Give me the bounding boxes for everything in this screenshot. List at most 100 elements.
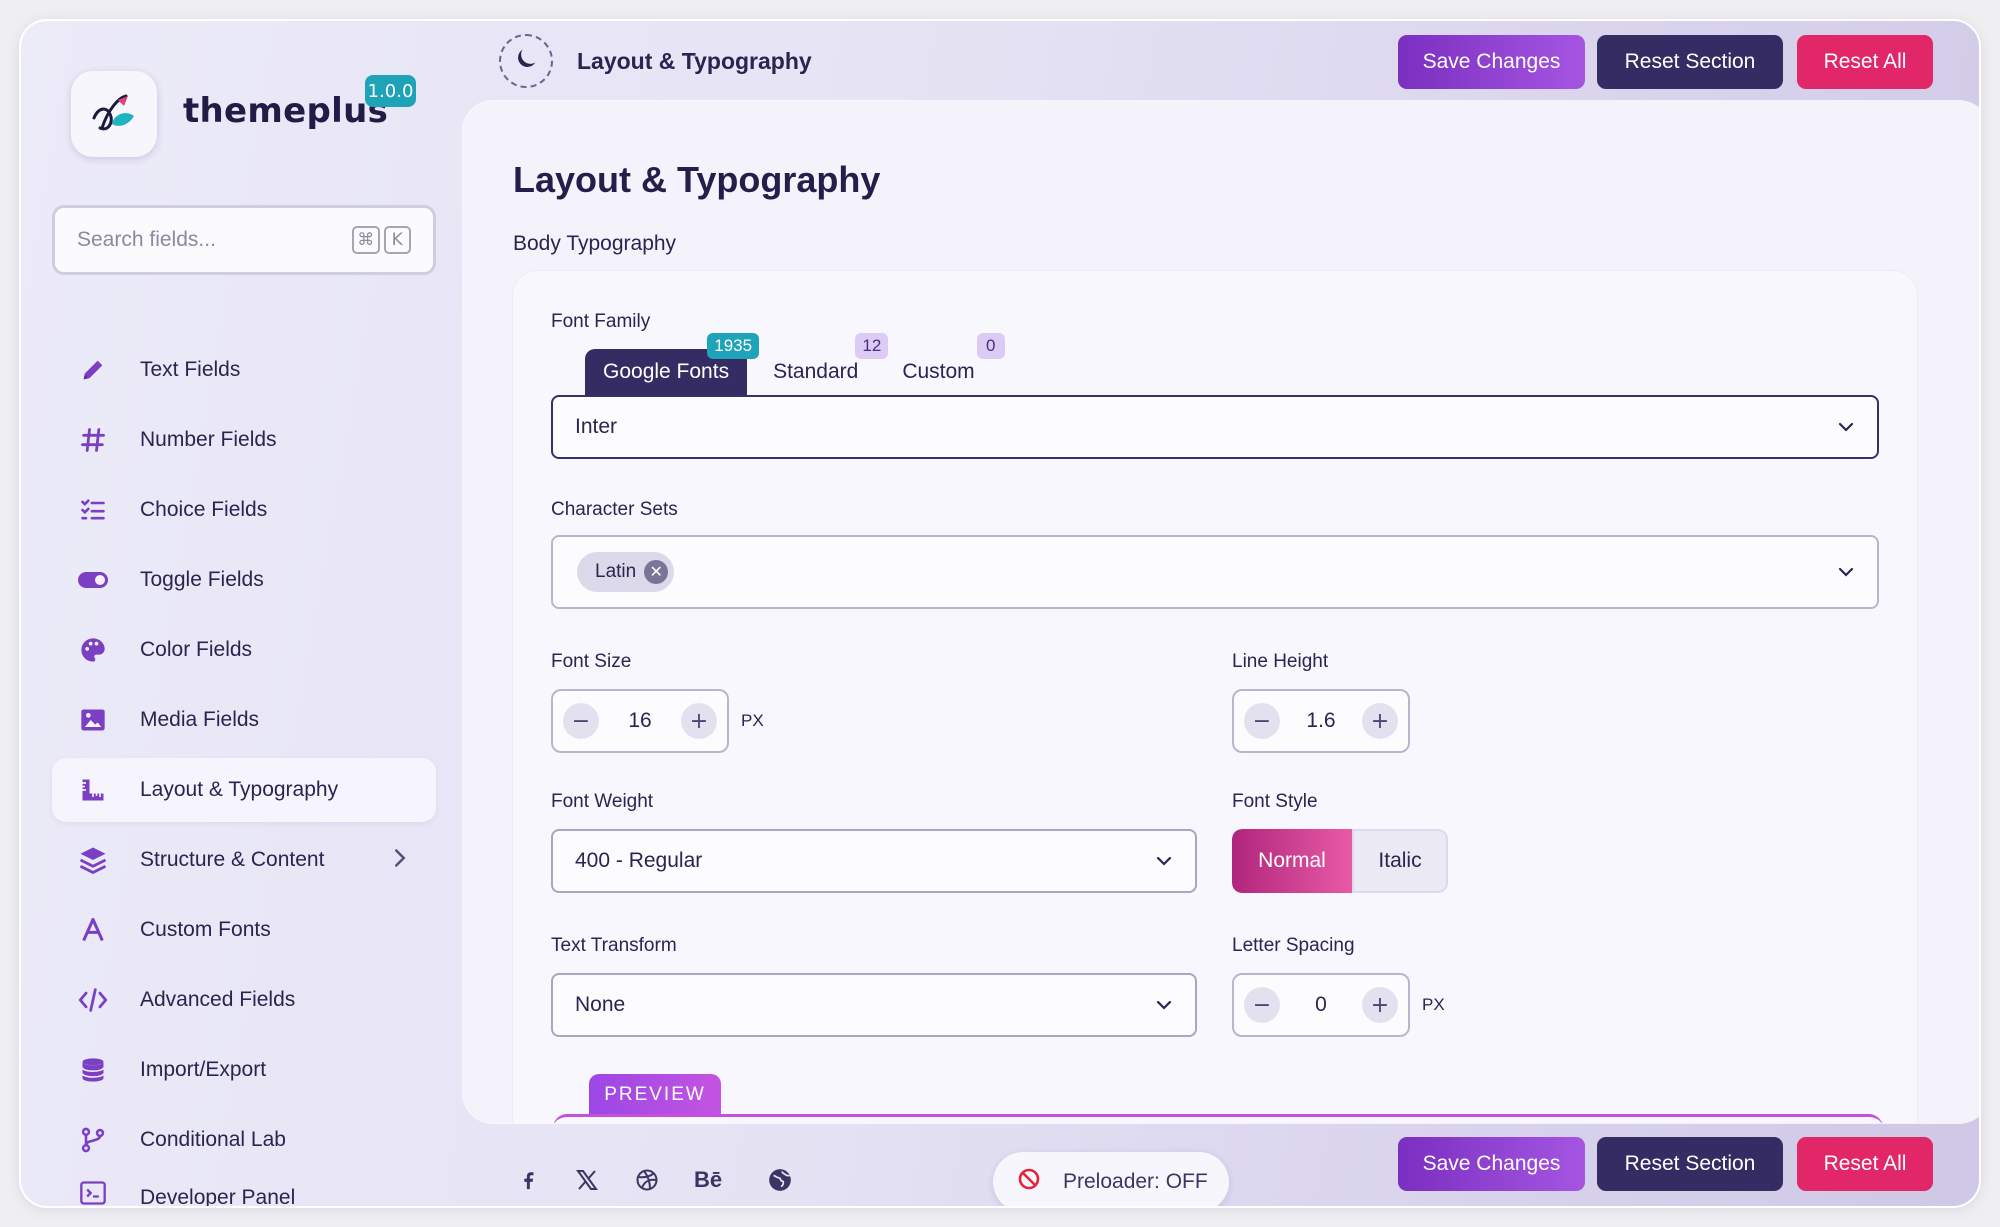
font-weight-select[interactable]: 400 - Regular bbox=[551, 829, 1197, 893]
database-icon bbox=[76, 1053, 110, 1087]
line-height-stepper: − 1.6 + bbox=[1232, 689, 1410, 753]
font-family-label: Font Family bbox=[551, 311, 651, 332]
sidebar-item-structure-content[interactable]: Structure & Content bbox=[52, 828, 436, 892]
facebook-icon[interactable] bbox=[513, 1165, 543, 1195]
font-style-toggle: Normal Italic bbox=[1232, 829, 1448, 893]
chevron-right-icon bbox=[392, 848, 408, 873]
sidebar-item-number-fields[interactable]: Number Fields bbox=[52, 408, 436, 472]
toggle-icon bbox=[76, 563, 110, 597]
preview-tag: PREVIEW bbox=[589, 1074, 721, 1116]
line-height-label: Line Height bbox=[1232, 651, 1329, 672]
checklist-icon bbox=[76, 493, 110, 527]
terminal-icon bbox=[76, 1178, 110, 1206]
footer-reset-section-button[interactable]: Reset Section bbox=[1597, 1137, 1783, 1191]
behance-icon[interactable]: Bē bbox=[689, 1165, 727, 1195]
brand-logo bbox=[71, 71, 157, 157]
hash-icon bbox=[76, 423, 110, 457]
preloader-status: Preloader: OFF bbox=[1063, 1170, 1208, 1193]
typography-card: Font Family Google Fonts 1935 Standard 1… bbox=[513, 271, 1917, 1123]
sidebar-nav: Text Fields Number Fields Choice Fields … bbox=[52, 338, 436, 1206]
brand-name: themeplus bbox=[183, 91, 389, 131]
font-size-label: Font Size bbox=[551, 651, 632, 672]
letter-spacing-value[interactable]: 0 bbox=[1315, 993, 1327, 1017]
font-size-value[interactable]: 16 bbox=[628, 709, 651, 733]
code-icon bbox=[76, 983, 110, 1017]
logo-mark-icon bbox=[92, 94, 134, 131]
search-box[interactable]: ⌘ K bbox=[52, 205, 436, 275]
preview-box bbox=[553, 1114, 1883, 1123]
font-weight-value: 400 - Regular bbox=[575, 849, 703, 872]
increment-button[interactable]: + bbox=[680, 703, 717, 739]
dribbble-icon[interactable] bbox=[632, 1165, 662, 1195]
sidebar-item-advanced-fields[interactable]: Advanced Fields bbox=[52, 968, 436, 1032]
font-family-select[interactable]: Inter bbox=[551, 395, 1879, 459]
no-entry-icon bbox=[1017, 1167, 1041, 1197]
sidebar-item-import-export[interactable]: Import/Export bbox=[52, 1038, 436, 1102]
text-transform-value: None bbox=[575, 993, 626, 1016]
increment-button[interactable]: + bbox=[1362, 987, 1398, 1023]
font-style-label: Font Style bbox=[1232, 791, 1318, 812]
character-sets-label: Character Sets bbox=[551, 499, 678, 520]
app-window: themeplus 1.0.0 ⌘ K Text Fields Number F… bbox=[19, 19, 1981, 1208]
text-transform-label: Text Transform bbox=[551, 935, 677, 956]
section-label: Body Typography bbox=[513, 232, 677, 255]
sidebar-item-text-fields[interactable]: Text Fields bbox=[52, 338, 436, 402]
search-input[interactable] bbox=[77, 228, 348, 252]
branch-icon bbox=[76, 1123, 110, 1157]
sidebar-item-color-fields[interactable]: Color Fields bbox=[52, 618, 436, 682]
shortcut-k-key: K bbox=[383, 226, 411, 254]
chevron-down-icon bbox=[1837, 560, 1855, 584]
font-size-stepper: − 16 + bbox=[551, 689, 729, 753]
google-fonts-count: 1935 bbox=[707, 333, 760, 359]
footer-reset-all-button[interactable]: Reset All bbox=[1797, 1137, 1933, 1191]
letter-spacing-label: Letter Spacing bbox=[1232, 935, 1355, 956]
text-transform-select[interactable]: None bbox=[551, 973, 1197, 1037]
palette-icon bbox=[76, 633, 110, 667]
sidebar-item-media-fields[interactable]: Media Fields bbox=[52, 688, 436, 752]
chip-latin: Latin ✕ bbox=[577, 552, 675, 592]
sidebar-item-choice-fields[interactable]: Choice Fields bbox=[52, 478, 436, 542]
sidebar-item-custom-fonts[interactable]: Custom Fonts bbox=[52, 898, 436, 962]
globe-icon[interactable] bbox=[765, 1165, 795, 1195]
font-style-normal-button[interactable]: Normal bbox=[1232, 829, 1352, 893]
sidebar-item-toggle-fields[interactable]: Toggle Fields bbox=[52, 548, 436, 612]
layers-icon bbox=[76, 843, 110, 877]
chevron-down-icon bbox=[1155, 993, 1173, 1017]
character-sets-select[interactable]: Latin ✕ bbox=[551, 535, 1879, 609]
font-style-italic-button[interactable]: Italic bbox=[1352, 829, 1448, 893]
letter-spacing-unit: PX bbox=[1422, 995, 1445, 1014]
ruler-icon bbox=[76, 773, 110, 807]
line-height-value[interactable]: 1.6 bbox=[1306, 709, 1335, 733]
custom-count: 0 bbox=[976, 333, 1005, 359]
preloader-toggle[interactable]: Preloader: OFF bbox=[993, 1152, 1229, 1206]
main-panel: Layout & Typography Body Typography Font… bbox=[463, 101, 1979, 1123]
remove-chip-icon[interactable]: ✕ bbox=[644, 560, 669, 584]
font-family-value: Inter bbox=[575, 415, 618, 438]
save-changes-button[interactable]: Save Changes bbox=[1398, 35, 1585, 89]
chevron-down-icon bbox=[1837, 415, 1855, 439]
tab-standard[interactable]: Standard 12 bbox=[755, 333, 889, 395]
decrement-button[interactable]: − bbox=[563, 703, 599, 739]
letter-a-icon bbox=[76, 913, 110, 947]
header-title: Layout & Typography bbox=[577, 48, 812, 74]
letter-spacing-stepper: − 0 + bbox=[1232, 973, 1410, 1037]
reset-all-button[interactable]: Reset All bbox=[1797, 35, 1933, 89]
sidebar-item-developer-panel[interactable]: Developer Panel bbox=[52, 1178, 436, 1206]
x-icon[interactable] bbox=[572, 1165, 602, 1195]
increment-button[interactable]: + bbox=[1361, 703, 1398, 739]
image-icon bbox=[76, 703, 110, 737]
theme-toggle-button[interactable] bbox=[499, 34, 553, 88]
pencil-icon bbox=[76, 353, 110, 387]
sidebar-item-layout-typography[interactable]: Layout & Typography bbox=[52, 758, 436, 822]
version-badge: 1.0.0 bbox=[365, 75, 416, 107]
decrement-button[interactable]: − bbox=[1244, 703, 1280, 739]
page-title: Layout & Typography bbox=[513, 159, 881, 200]
tab-custom[interactable]: Custom 0 bbox=[884, 333, 1005, 395]
tab-google-fonts[interactable]: Google Fonts 1935 bbox=[585, 333, 760, 395]
font-source-tabs: Google Fonts 1935 Standard 12 Custom 0 bbox=[585, 333, 1005, 395]
footer-save-changes-button[interactable]: Save Changes bbox=[1398, 1137, 1585, 1191]
sidebar-item-conditional-lab[interactable]: Conditional Lab bbox=[52, 1108, 436, 1172]
reset-section-button[interactable]: Reset Section bbox=[1597, 35, 1783, 89]
decrement-button[interactable]: − bbox=[1244, 987, 1280, 1023]
font-size-unit: PX bbox=[741, 711, 764, 730]
